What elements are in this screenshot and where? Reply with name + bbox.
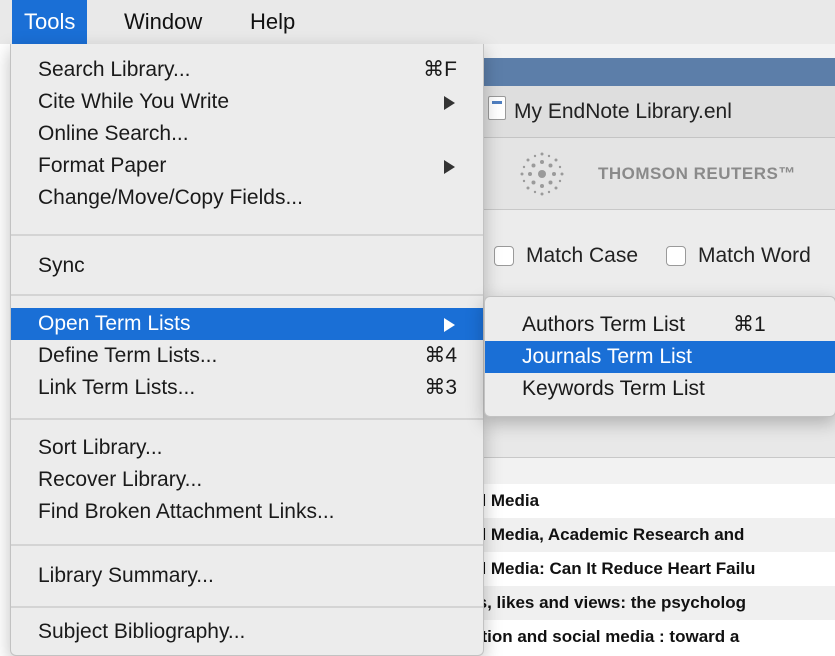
menu-item-recover-library[interactable]: Recover Library... bbox=[11, 464, 483, 496]
menu-item-shortcut: ⌘3 bbox=[424, 376, 457, 399]
document-icon bbox=[488, 96, 506, 120]
submenu-item-label: Keywords Term List bbox=[522, 377, 705, 400]
menubar-window[interactable]: Window bbox=[112, 0, 214, 44]
menu-item-online-search[interactable]: Online Search... bbox=[11, 118, 483, 150]
menu-item-label: Library Summary... bbox=[38, 564, 214, 587]
submenu-item-shortcut: ⌘1 bbox=[733, 313, 766, 336]
submenu-item-label: Authors Term List bbox=[522, 313, 686, 336]
menu-item-label: Sync bbox=[38, 254, 85, 277]
reference-row[interactable]: al Media, Academic Research and bbox=[470, 518, 835, 552]
reference-row[interactable]: ts, likes and views: the psycholog bbox=[470, 586, 835, 620]
submenu-item-keywords-term-list[interactable]: Keywords Term List bbox=[485, 373, 835, 405]
menu-item-search-library[interactable]: Search Library... ⌘F bbox=[11, 54, 483, 86]
submenu-arrow-icon bbox=[444, 318, 455, 332]
submenu-item-authors-term-list[interactable]: Authors Term List ⌘1 bbox=[485, 309, 835, 341]
menu-item-label: Recover Library... bbox=[38, 468, 203, 491]
menu-separator bbox=[11, 234, 483, 236]
logo-banner: THOMSON REUTERS™ bbox=[470, 138, 835, 210]
menu-item-cite-while-you-write[interactable]: Cite While You Write bbox=[11, 86, 483, 118]
menu-item-change-move-copy-fields[interactable]: Change/Move/Copy Fields... bbox=[11, 182, 483, 214]
menu-item-subject-bibliography[interactable]: Subject Bibliography... bbox=[11, 616, 483, 648]
reference-row[interactable]: al Media bbox=[470, 484, 835, 518]
menu-item-label: Sort Library... bbox=[38, 436, 163, 459]
menu-item-shortcut: ⌘4 bbox=[424, 344, 457, 367]
menu-item-label: Open Term Lists bbox=[38, 312, 191, 335]
library-file-name: My EndNote Library.enl bbox=[514, 100, 732, 123]
menu-item-sync[interactable]: Sync bbox=[11, 250, 483, 282]
logo-wordmark: THOMSON REUTERS bbox=[598, 164, 779, 183]
submenu-item-label: Journals Term List bbox=[522, 345, 693, 368]
logo-trademark: ™ bbox=[778, 164, 796, 183]
menu-separator bbox=[11, 544, 483, 546]
submenu-item-journals-term-list[interactable]: Journals Term List bbox=[485, 341, 835, 373]
open-term-lists-submenu: Authors Term List ⌘1 Journals Term List … bbox=[484, 296, 835, 417]
menu-item-label: Subject Bibliography... bbox=[38, 620, 246, 643]
reference-list: al Media al Media, Academic Research and… bbox=[470, 484, 835, 656]
menu-item-shortcut: ⌘F bbox=[423, 58, 457, 81]
window-chrome-strip bbox=[470, 58, 835, 86]
thomson-reuters-logo-icon bbox=[520, 152, 564, 196]
tools-menu: Search Library... ⌘F Cite While You Writ… bbox=[10, 44, 484, 656]
menu-item-label: Define Term Lists... bbox=[38, 344, 218, 367]
submenu-arrow-icon bbox=[444, 96, 455, 110]
match-words-label: Match Word bbox=[698, 244, 811, 267]
menu-item-find-broken-attachment-links[interactable]: Find Broken Attachment Links... bbox=[11, 496, 483, 528]
menu-item-label: Find Broken Attachment Links... bbox=[38, 500, 335, 523]
menubar-tools[interactable]: Tools bbox=[12, 0, 88, 44]
menubar-help[interactable]: Help bbox=[238, 0, 307, 44]
menu-separator bbox=[11, 418, 483, 420]
menu-item-label: Change/Move/Copy Fields... bbox=[38, 186, 303, 209]
match-case-label: Match Case bbox=[526, 244, 639, 267]
library-tab[interactable]: My EndNote Library.enl bbox=[470, 86, 835, 138]
menu-item-label: Link Term Lists... bbox=[38, 376, 196, 399]
menu-item-library-summary[interactable]: Library Summary... bbox=[11, 560, 483, 592]
menu-item-label: Online Search... bbox=[38, 122, 189, 145]
menu-item-define-term-lists[interactable]: Define Term Lists... ⌘4 bbox=[11, 340, 483, 372]
match-words-checkbox[interactable] bbox=[666, 246, 686, 266]
menu-item-label: Cite While You Write bbox=[38, 90, 230, 113]
menu-item-label: Search Library... bbox=[38, 58, 191, 81]
menu-item-sort-library[interactable]: Sort Library... bbox=[11, 432, 483, 464]
reference-row[interactable]: ation and social media : toward a bbox=[470, 620, 835, 654]
submenu-arrow-icon bbox=[444, 160, 455, 174]
menu-item-label: Format Paper bbox=[38, 154, 167, 177]
reference-row[interactable]: al Media: Can It Reduce Heart Failu bbox=[470, 552, 835, 586]
menu-separator bbox=[11, 294, 483, 296]
match-case-checkbox[interactable] bbox=[494, 246, 514, 266]
menu-item-link-term-lists[interactable]: Link Term Lists... ⌘3 bbox=[11, 372, 483, 404]
menu-item-open-term-lists[interactable]: Open Term Lists bbox=[11, 308, 483, 340]
menu-separator bbox=[11, 606, 483, 608]
logo-text: THOMSON REUTERS™ bbox=[598, 164, 796, 184]
menu-item-format-paper[interactable]: Format Paper bbox=[11, 150, 483, 182]
menu-bar: Tools Window Help bbox=[0, 0, 835, 44]
